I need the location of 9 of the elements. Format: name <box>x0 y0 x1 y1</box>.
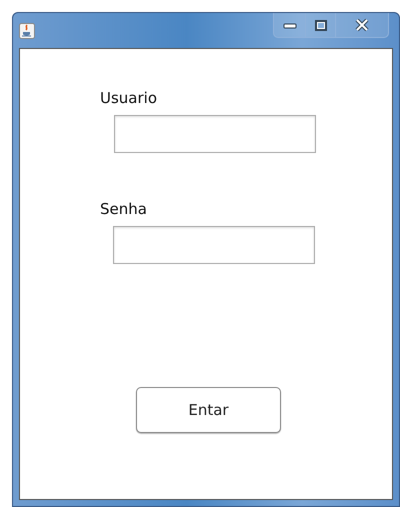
field-label: Senha <box>100 200 148 218</box>
input-field[interactable] <box>114 115 316 153</box>
field-label: Usuario <box>100 89 158 107</box>
close-icon <box>355 19 369 31</box>
coffee-cup-icon <box>19 23 35 39</box>
minimize-icon <box>282 21 296 29</box>
enter-button[interactable]: Entar <box>136 387 281 433</box>
maximize-icon <box>314 20 326 30</box>
input-field[interactable] <box>113 226 315 264</box>
